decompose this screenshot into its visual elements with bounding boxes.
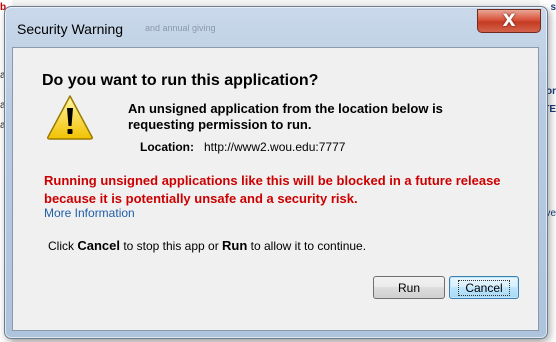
- more-information-link[interactable]: More Information: [44, 206, 135, 220]
- close-button[interactable]: X: [477, 9, 541, 33]
- blocking-warning-text: Running unsigned applications like this …: [44, 173, 501, 206]
- dialog-content: Do you want to run this application? An …: [12, 47, 539, 331]
- warning-triangle-icon: [47, 95, 93, 140]
- cancel-button-label: Cancel: [458, 279, 510, 296]
- bg-fragment: s: [550, 2, 556, 13]
- instruction-suffix: to allow it to continue.: [247, 239, 367, 253]
- close-icon: X: [502, 11, 516, 31]
- security-warning-dialog: Security Warning and annual giving X Do …: [4, 6, 548, 339]
- title-ghost-text: and annual giving: [145, 23, 216, 33]
- dialog-title: Security Warning: [17, 21, 124, 37]
- run-button[interactable]: Run: [373, 276, 445, 299]
- instruction-prefix: Click: [48, 239, 78, 253]
- location-label: Location:: [140, 140, 194, 154]
- instruction-text: Click Cancel to stop this app or Run to …: [48, 238, 366, 253]
- dialog-heading: Do you want to run this application?: [42, 72, 319, 89]
- instruction-middle: to stop this app or: [119, 239, 223, 253]
- cancel-button[interactable]: Cancel: [449, 276, 519, 299]
- dialog-message: An unsigned application from the locatio…: [128, 101, 443, 132]
- instruction-run-word: Run: [222, 238, 248, 253]
- location-value: http://www2.wou.edu:7777: [204, 140, 346, 154]
- instruction-cancel-word: Cancel: [77, 238, 120, 253]
